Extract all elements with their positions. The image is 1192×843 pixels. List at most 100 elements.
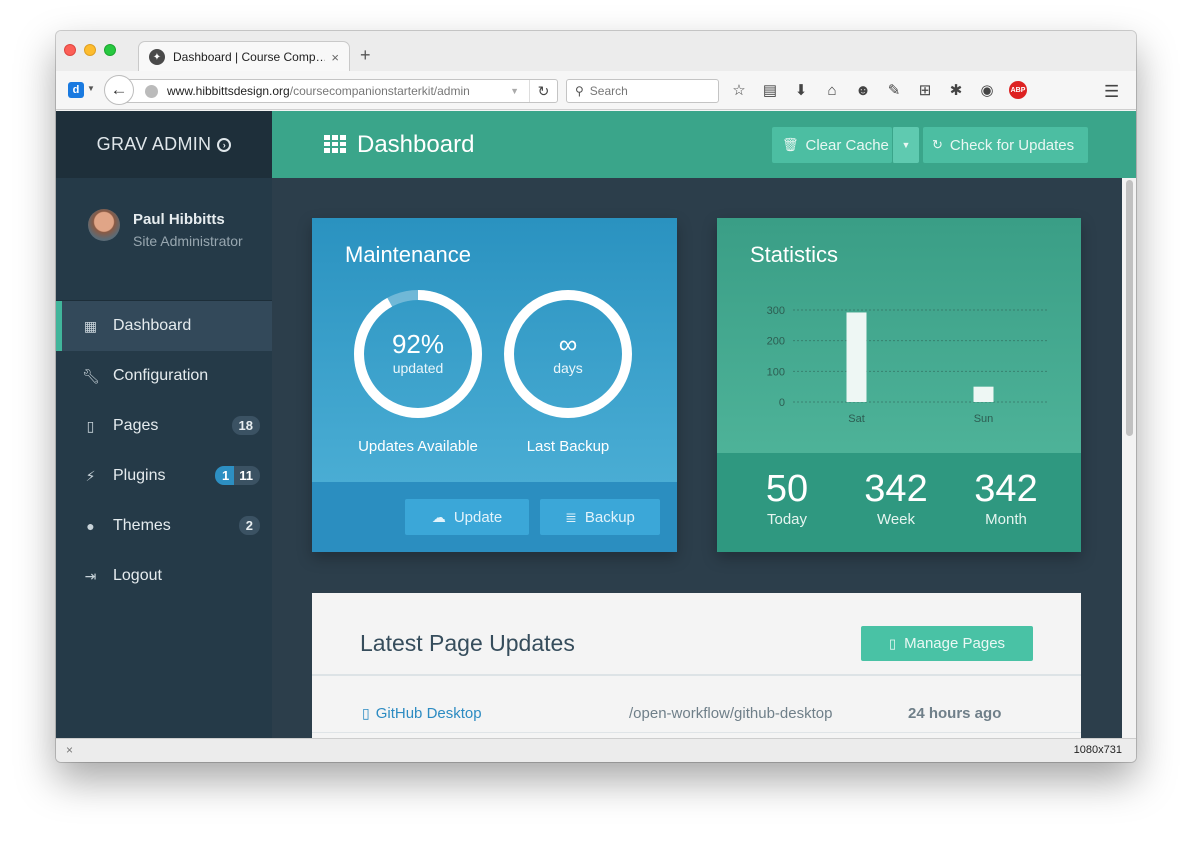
latest-pages-card: Latest Page Updates ▯ Manage Pages ▯ Git…: [312, 593, 1081, 738]
downloads-icon[interactable]: ⬇: [790, 80, 812, 100]
plugins-total-badge: 11: [234, 466, 260, 485]
sidebar-item-label: Dashboard: [113, 317, 192, 334]
status-close-icon[interactable]: ×: [66, 743, 73, 757]
page-views-chart: 0 100 200 300 Sat Sun: [767, 305, 1047, 425]
brand-link[interactable]: GRAV ADMIN ›: [56, 111, 272, 178]
manage-pages-button[interactable]: ▯ Manage Pages: [861, 626, 1033, 661]
zoom-window-button[interactable]: [104, 44, 116, 56]
manage-pages-label: Manage Pages: [904, 635, 1006, 652]
clear-cache-label: Clear Cache: [805, 136, 889, 154]
downloader-icon[interactable]: d: [68, 82, 84, 98]
admin-sidebar: GRAV ADMIN › Paul Hibbitts Site Administ…: [56, 111, 272, 738]
back-button[interactable]: ←: [104, 75, 134, 105]
sidebar-item-dashboard[interactable]: ▦ Dashboard: [56, 301, 272, 351]
arrow-circle-right-icon: ›: [217, 137, 232, 152]
toolbar-icons: ☆ ▤ ⬇ ⌂ ☻ ✎ ⊞ ✱ ◉ ABP: [728, 80, 1038, 100]
stat-week-value: 342: [864, 468, 928, 510]
page-title-text: GitHub Desktop: [375, 705, 482, 722]
table-row: ▯ GitHub Desktop /open-workflow/github-d…: [312, 695, 1081, 733]
extension-icon[interactable]: ✎: [883, 80, 905, 100]
backup-value: ∞: [558, 329, 578, 359]
user-role: Site Administrator: [133, 233, 243, 249]
bookmark-star-icon[interactable]: ☆: [728, 80, 750, 100]
backup-label: Backup: [584, 508, 635, 526]
database-icon: ≣: [565, 508, 577, 525]
tab-close-icon[interactable]: ×: [331, 50, 339, 65]
minimize-window-button[interactable]: [84, 44, 96, 56]
sign-out-icon: ⇥: [84, 567, 97, 584]
check-for-updates-button[interactable]: ↻ Check for Updates: [923, 127, 1088, 163]
clear-cache-button[interactable]: 🗑︎ Clear Cache: [772, 127, 892, 163]
viewport-size: 1080x731: [1073, 744, 1122, 756]
sidebar-item-configuration[interactable]: 🔧︎ Configuration: [56, 351, 272, 401]
navigation-bar: d ▼ www.hibbittsdesign.org/coursecompani…: [56, 71, 1136, 110]
reload-icon[interactable]: ↻: [529, 80, 557, 102]
backup-ring: ∞ days: [503, 289, 633, 419]
sidebar-item-label: Configuration: [113, 367, 209, 384]
user-profile: Paul Hibbitts Site Administrator: [56, 178, 272, 301]
search-placeholder: Search: [589, 84, 628, 98]
trash-icon: 🗑︎: [782, 137, 799, 152]
page-viewport: GRAV ADMIN › Paul Hibbitts Site Administ…: [56, 111, 1136, 738]
grid-icon: ▦: [83, 317, 98, 334]
sidebar-item-pages[interactable]: ▯ Pages 18: [56, 401, 272, 451]
file-icon: ▯: [888, 635, 897, 651]
chat-icon[interactable]: ☻: [852, 80, 874, 100]
sidebar-item-themes[interactable]: ● Themes 2: [56, 501, 272, 551]
maintenance-footer: ☁ Update ≣ Backup: [312, 482, 677, 552]
update-label: Update: [453, 508, 503, 526]
url-bar[interactable]: www.hibbittsdesign.org/coursecompanionst…: [122, 79, 558, 103]
stat-month-label: Month: [985, 511, 1027, 528]
url-history-dropdown-icon[interactable]: ▼: [510, 86, 519, 96]
maintenance-card: Maintenance 92% updated ∞ days Updates A…: [312, 218, 677, 552]
hamburger-menu-icon[interactable]: ☰: [1104, 82, 1119, 102]
avatar[interactable]: [88, 209, 120, 241]
stat-week: 342 Week: [841, 467, 951, 528]
reading-list-icon[interactable]: ▤: [759, 80, 781, 100]
clear-cache-dropdown-button[interactable]: ▼: [892, 127, 919, 163]
themes-count-badge: 2: [238, 516, 260, 535]
plugins-count-badge: 1 11: [215, 466, 260, 485]
scrollbar-thumb[interactable]: [1126, 180, 1133, 436]
downloader-dropdown-icon[interactable]: ▼: [87, 84, 95, 93]
new-tab-button[interactable]: +: [360, 45, 371, 66]
updates-sub: updated: [392, 360, 444, 376]
y-tick-label: 200: [767, 336, 785, 348]
stat-month: 342 Month: [951, 467, 1061, 528]
adblock-icon[interactable]: ABP: [1007, 80, 1029, 100]
backup-sub: days: [553, 360, 583, 376]
update-button[interactable]: ☁ Update: [405, 499, 529, 535]
latest-pages-title: Latest Page Updates: [360, 630, 575, 656]
page-scrollbar[interactable]: [1122, 178, 1136, 738]
browser-tab[interactable]: ✦ Dashboard | Course Comp… ×: [138, 41, 350, 72]
page-title: Dashboard: [357, 131, 475, 158]
globe-icon: [145, 84, 158, 98]
x-tick-label: Sat: [848, 413, 865, 425]
grav-favicon-icon: ✦: [149, 49, 165, 65]
layout-icon[interactable]: ⊞: [914, 80, 936, 100]
url-text[interactable]: www.hibbittsdesign.org/coursecompanionst…: [167, 84, 510, 98]
statistics-card: Statistics 0 100 200 300 Sat Sun 50 Today 342…: [717, 218, 1081, 552]
browser-window: ✦ Dashboard | Course Comp… × + d ▼ www.h…: [56, 31, 1136, 762]
search-input[interactable]: ⚲ Search: [566, 79, 719, 103]
sidebar-item-plugins[interactable]: ⚡︎ Plugins 1 11: [56, 451, 272, 501]
puzzle-icon[interactable]: ✱: [945, 80, 967, 100]
check-updates-label: Check for Updates: [949, 136, 1075, 154]
stat-today-value: 50: [765, 468, 809, 510]
updates-caption: Updates Available: [358, 438, 478, 455]
caret-down-icon: ▼: [901, 140, 911, 150]
search-icon: ⚲: [575, 84, 584, 98]
updates-ring: 92% updated: [353, 289, 483, 419]
grid-icon: [324, 135, 346, 153]
home-icon[interactable]: ⌂: [821, 80, 843, 100]
refresh-icon: ↻: [932, 137, 943, 152]
page-route: /open-workflow/github-desktop: [629, 705, 833, 722]
plug-icon: ⚡︎: [85, 467, 96, 484]
page-title-link[interactable]: ▯ GitHub Desktop: [362, 705, 482, 722]
stat-month-value: 342: [974, 468, 1038, 510]
color-picker-icon[interactable]: ◉: [976, 80, 998, 100]
sidebar-item-logout[interactable]: ⇥ Logout: [56, 551, 272, 601]
backup-button[interactable]: ≣ Backup: [540, 499, 660, 535]
chart-bar-sun: [973, 386, 994, 402]
close-window-button[interactable]: [64, 44, 76, 56]
